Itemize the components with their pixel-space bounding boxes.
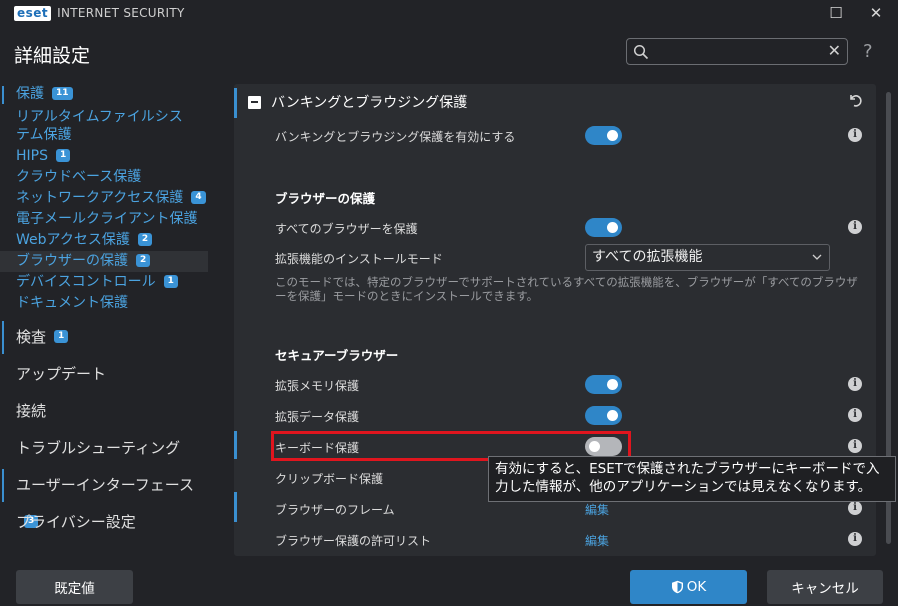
info-icon[interactable]: i [848, 220, 862, 234]
sidebar-item-realtime-fs[interactable]: リアルタイムファイルシステム保護 [0, 106, 212, 146]
allowlist-edit-link[interactable]: 編集 [585, 532, 609, 549]
count-badge: 11 [52, 86, 73, 100]
revert-icon[interactable] [847, 92, 863, 108]
sidebar-item-cloud[interactable]: クラウドベース保護 [0, 167, 212, 188]
memory-protection-label: 拡張メモリ保護 [275, 379, 360, 393]
count-badge: 2 [136, 253, 151, 267]
section-header[interactable]: バンキングとブラウジング保護 [248, 92, 467, 112]
clipboard-protection-label: クリップボード保護 [275, 472, 384, 486]
sidebar-item-protection[interactable]: 保護 11 [0, 84, 212, 106]
data-protection-label: 拡張データ保護 [275, 410, 360, 424]
sidebar-item-hips[interactable]: HIPS 1 [0, 146, 212, 167]
default-button[interactable]: 既定値 [16, 570, 133, 604]
info-icon[interactable]: i [848, 128, 862, 142]
sidebar-item-network-access[interactable]: ネットワークアクセス保護 4 [0, 188, 212, 209]
count-badge: 1 [163, 274, 178, 288]
cancel-button[interactable]: キャンセル [767, 570, 883, 604]
section-title: バンキングとブラウジング保護 [271, 95, 468, 111]
sidebar-item-user-interface[interactable]: ユーザーインターフェース3 [0, 467, 212, 528]
count-badge: 2 [137, 232, 153, 246]
install-mode-select[interactable]: すべての拡張機能 [585, 244, 830, 271]
sidebar-item-document[interactable]: ドキュメント保護 [0, 293, 212, 315]
install-mode-label: 拡張機能のインストールモード [275, 252, 443, 266]
protect-all-browsers-toggle[interactable] [585, 218, 622, 237]
page-title: 詳細設定 [14, 45, 91, 67]
count-badge: 1 [54, 330, 69, 343]
sidebar-item-scan[interactable]: 検査 1 [0, 319, 212, 356]
sidebar-item-email-client[interactable]: 電子メールクライアント保護 [0, 209, 212, 230]
count-badge: 4 [191, 190, 206, 204]
info-icon[interactable]: i [848, 532, 862, 546]
install-mode-description: このモードでは、特定のブラウザーでサポートされているすべての拡張機能を、ブラウザ… [275, 275, 858, 303]
count-badge: 1 [56, 148, 71, 162]
sidebar-item-device-control[interactable]: デバイスコントロール 1 [0, 272, 212, 293]
allowlist-label: ブラウザー保護の許可リスト [275, 534, 432, 548]
help-icon[interactable]: ? [863, 41, 873, 62]
enable-banking-toggle[interactable] [585, 126, 622, 145]
ok-button[interactable]: OK [630, 570, 747, 604]
eset-logo: eset [14, 5, 52, 21]
shield-icon [671, 580, 683, 594]
secure-browser-heading: セキュアーブラウザー [275, 348, 399, 363]
info-icon[interactable]: i [848, 408, 862, 422]
row-accent-bar [234, 431, 237, 459]
memory-protection-toggle[interactable] [585, 375, 622, 394]
sidebar-item-browser-protection[interactable]: ブラウザーの保護 2 [0, 251, 208, 272]
info-icon[interactable]: i [848, 377, 862, 391]
active-bar [2, 86, 4, 104]
close-icon: ✕ [869, 4, 883, 22]
info-icon[interactable]: i [848, 439, 862, 453]
browser-protection-heading: ブラウザーの保護 [275, 191, 376, 206]
sidebar-item-privacy[interactable]: プライバシー設定 [0, 504, 212, 541]
sidebar-item-troubleshooting[interactable]: トラブルシューティング [0, 430, 212, 467]
maximize-button[interactable]: ☐ [824, 2, 848, 24]
section-bar [2, 469, 4, 502]
clear-search-icon[interactable]: ✕ [828, 41, 841, 60]
enable-banking-label: バンキングとブラウジング保護を有効にする [275, 130, 516, 144]
info-icon[interactable]: i [848, 501, 862, 515]
search-icon [633, 44, 649, 60]
chevron-down-icon [812, 254, 822, 260]
close-window-button[interactable]: ✕ [864, 2, 888, 24]
sidebar-item-connection[interactable]: 接続 [0, 393, 212, 430]
browser-frame-edit-link[interactable]: 編集 [585, 501, 609, 518]
browser-frame-label: ブラウザーのフレーム [275, 503, 395, 517]
data-protection-toggle[interactable] [585, 406, 622, 425]
section-bar [2, 321, 4, 354]
search-box[interactable]: ✕ [626, 38, 848, 65]
maximize-icon: ☐ [829, 4, 843, 22]
title-bar: eset INTERNET SECURITY [0, 0, 898, 26]
section-bar [234, 88, 237, 118]
sidebar-item-update[interactable]: アップデート [0, 356, 212, 393]
row-accent-bar [234, 492, 237, 522]
collapse-icon[interactable] [248, 95, 261, 109]
protect-all-browsers-label: すべてのブラウザーを保護 [275, 222, 418, 236]
keyboard-protection-tooltip: 有効にすると、ESETで保護されたブラウザーにキーボードで入力した情報が、他のア… [488, 456, 896, 502]
sidebar-item-web-access[interactable]: Webアクセス保護 2 [0, 230, 212, 251]
sidebar: 保護 11 リアルタイムファイルシステム保護 HIPS 1 クラウドベース保護 ネッ… [0, 84, 212, 541]
product-name: INTERNET SECURITY [57, 6, 185, 20]
